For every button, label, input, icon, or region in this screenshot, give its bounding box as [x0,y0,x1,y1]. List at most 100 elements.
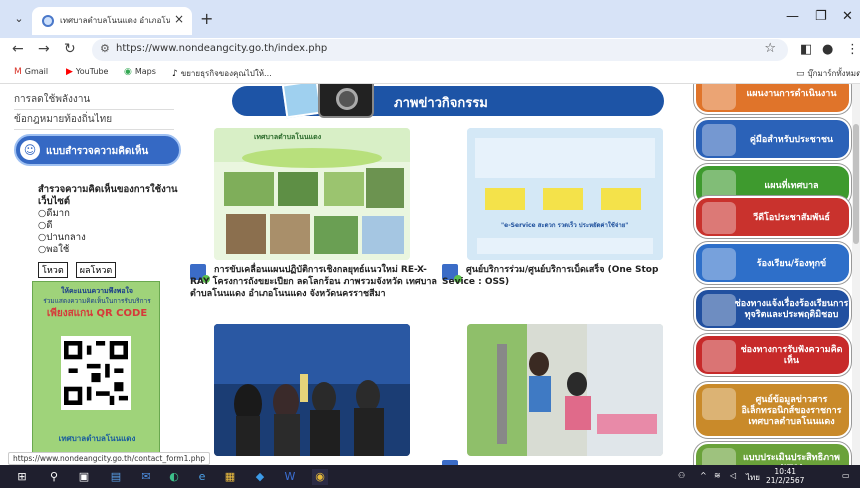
bookmark-youtube[interactable]: ▶ YouTube [66,67,108,77]
main-content: ภาพข่าวกิจกรรม เทศบาลตำบลโนนแดง การขับเค… [190,84,690,465]
news-thumb-text-1: เทศบาลตำบลโนนแดง [254,133,322,141]
news-thumbnail-1[interactable]: เทศบาลตำบลโนนแดง [214,128,410,260]
plan-button[interactable]: แผนงานการดำเนินงาน [694,84,851,114]
people-icon[interactable]: ⚇ [678,471,685,480]
notification-icon[interactable]: ▭ [842,471,850,480]
menu-icon[interactable]: ⋮ [846,42,859,57]
qr-survey-card[interactable]: ให้คะแนนความพึงพอใจ ร่วมแสดงความคิดเห็นใ… [32,281,160,461]
internet-explorer-icon[interactable]: e [194,469,210,485]
teams-icon[interactable]: ◆ [252,469,268,485]
youtube-logo-icon [702,202,736,234]
photo-icon [281,84,323,119]
clock[interactable]: 10:41 21/2/2567 [766,467,804,485]
left-sidebar: การลดใช้พลังงาน ข้อกฎหมายท้องถิ่นไทย ☺ แ… [0,84,190,465]
profile-icon[interactable]: ● [822,42,833,57]
results-button[interactable]: ผลโหวต [75,262,117,278]
bookmark-gmail[interactable]: M Gmail [14,67,48,77]
news-caption-2[interactable]: ศูนย์บริการร่วม/ศูนย์บริการเบ็ดเสร็จ (On… [442,264,686,288]
news-image-4 [467,324,663,456]
clock-time: 10:41 [774,467,797,476]
corruption-report-label: ช่องทางแจ้งเรื่องร้องเรียนการทุจริตและปร… [734,299,849,320]
taskbar-app-icon[interactable]: ▤ [108,469,124,485]
site-info-icon[interactable]: ⚙ [100,42,110,55]
link-local-law[interactable]: ข้อกฎหมายท้องถิ่นไทย [14,112,174,130]
gmail-icon: M [14,67,22,77]
poll-option-excellent[interactable]: ○ดีมาก [38,208,178,220]
mail-icon[interactable]: ✉ [138,469,154,485]
url-text[interactable]: https://www.nondeangcity.go.th/index.php [116,43,327,54]
language-indicator[interactable]: ไทย [746,471,760,484]
word-icon[interactable]: W [282,469,298,485]
complaint-button[interactable]: ร้องเรียน/ร้องทุกข์ [694,242,851,284]
corruption-report-button[interactable]: ช่องทางแจ้งเรื่องร้องเรียนการทุจริตและปร… [694,288,851,330]
tab-close-icon[interactable]: × [174,12,184,26]
scrollbar-thumb[interactable] [853,124,859,244]
poll-option-good[interactable]: ○ดี [38,220,178,232]
citizen-manual-button[interactable]: คู่มือสำหรับประชาชน [694,118,851,160]
reload-icon[interactable]: ↻ [64,41,76,57]
all-bookmarks-folder[interactable]: ▭ บุ๊กมาร์กทั้งหมด [796,67,860,80]
qr-card-subheading: ร่วมแสดงความคิดเห็นในการรับบริการ [43,297,151,305]
poll-option-ok[interactable]: ○พอใช้ [38,244,178,256]
poll-option-label: พอใช้ [46,244,70,255]
document-icon [702,84,736,110]
news-image-2 [467,128,663,260]
news-caption-1[interactable]: การขับเคลื่อนแผนปฏิบัติการเชิงกลยุทธ์แนว… [190,264,440,300]
youtube-icon: ▶ [66,67,73,77]
megaphone-icon [702,248,736,280]
volume-icon[interactable]: ◁ [730,471,736,480]
opinion-channel-label: ช่องทางการรับฟังความคิดเห็น [740,345,843,366]
right-sidebar: แผนงานการดำเนินงาน คู่มือสำหรับประชาชน แ… [690,84,860,465]
new-tab-icon[interactable]: + [200,9,213,28]
news-image-1 [214,128,410,260]
news-banner: ภาพข่าวกิจกรรม [232,84,664,119]
bookmark-label: Gmail [24,67,49,76]
bookmark-tiktok[interactable]: ♪ ขยายธุรกิจของคุณไปให้... [172,67,272,80]
tab-search-icon[interactable]: ⌄ [10,10,28,28]
citizen-manual-label: คู่มือสำหรับประชาชน [749,134,834,145]
back-icon[interactable]: ← [12,41,24,57]
ita-button[interactable]: แบบประเมินประสิทธิภาพ (ITA) [694,442,851,465]
web-page: การลดใช้พลังงาน ข้อกฎหมายท้องถิ่นไทย ☺ แ… [0,84,860,465]
windows-start-icon[interactable]: ⊞ [14,469,30,485]
search-icon[interactable]: ⚲ [46,469,62,485]
site-favicon-icon [42,15,54,27]
bookmark-label: บุ๊กมาร์กทั้งหมด [807,69,860,78]
restore-icon[interactable]: ❐ [815,9,827,24]
news-thumbnail-4[interactable] [467,324,663,456]
video-button-label: วีดีโอประชาสัมพันธ์ [753,212,830,223]
page-scrollbar[interactable] [852,84,860,465]
bookmark-label: YouTube [75,67,109,76]
task-view-icon[interactable]: ▣ [76,469,92,485]
video-button[interactable]: วีดีโอประชาสัมพันธ์ [694,196,851,238]
minimize-icon[interactable]: — [786,9,799,24]
edge-icon[interactable]: ◐ [166,469,182,485]
survey-banner[interactable]: ☺ แบบสำรวจความคิดเห็น [14,134,181,166]
vote-button[interactable]: โหวต [38,262,68,278]
bookmark-label: ขยายธุรกิจของคุณไปให้... [180,69,272,78]
camera-icon [318,84,374,118]
chrome-icon[interactable]: ◉ [312,469,328,485]
news-thumbnail-2[interactable]: "e-Service สะดวก รวดเร็ว ประหยัดค่าใช้จ่… [467,128,663,260]
link-energy-saving[interactable]: การลดใช้พลังงาน [14,92,174,110]
browser-tab[interactable]: เทศบาลตำบลโนนแดง อำเภอโนนแดง × [32,7,192,35]
bookmark-star-icon[interactable]: ☆ [764,41,776,56]
close-window-icon[interactable]: ✕ [842,9,853,24]
handcuff-icon [702,294,736,326]
hand-icon [702,340,736,372]
news-thumbnail-3[interactable] [214,324,410,456]
tray-arrow-icon[interactable]: ^ [700,471,707,480]
badge-icon [702,448,736,465]
sidepanel-icon[interactable]: ◧ [800,42,812,57]
folder-icon: ▭ [796,69,805,79]
plan-button-label: แผนงานการดำเนินงาน [746,88,837,99]
forward-icon[interactable]: → [38,41,50,57]
user-icon: ☺ [20,140,40,160]
wifi-icon[interactable]: ≋ [714,471,721,480]
poll-option-fair[interactable]: ○ปานกลาง [38,232,178,244]
store-icon[interactable]: ▦ [222,469,238,485]
address-bar[interactable]: ⚙ https://www.nondeangcity.go.th/index.p… [92,39,788,61]
bookmark-maps[interactable]: ◉ Maps [124,67,156,77]
info-center-button[interactable]: ศูนย์ข้อมูลข่าวสาร อิเล็กทรอนิกส์ของราชก… [694,382,851,438]
opinion-channel-button[interactable]: ช่องทางการรับฟังความคิดเห็น [694,334,851,376]
